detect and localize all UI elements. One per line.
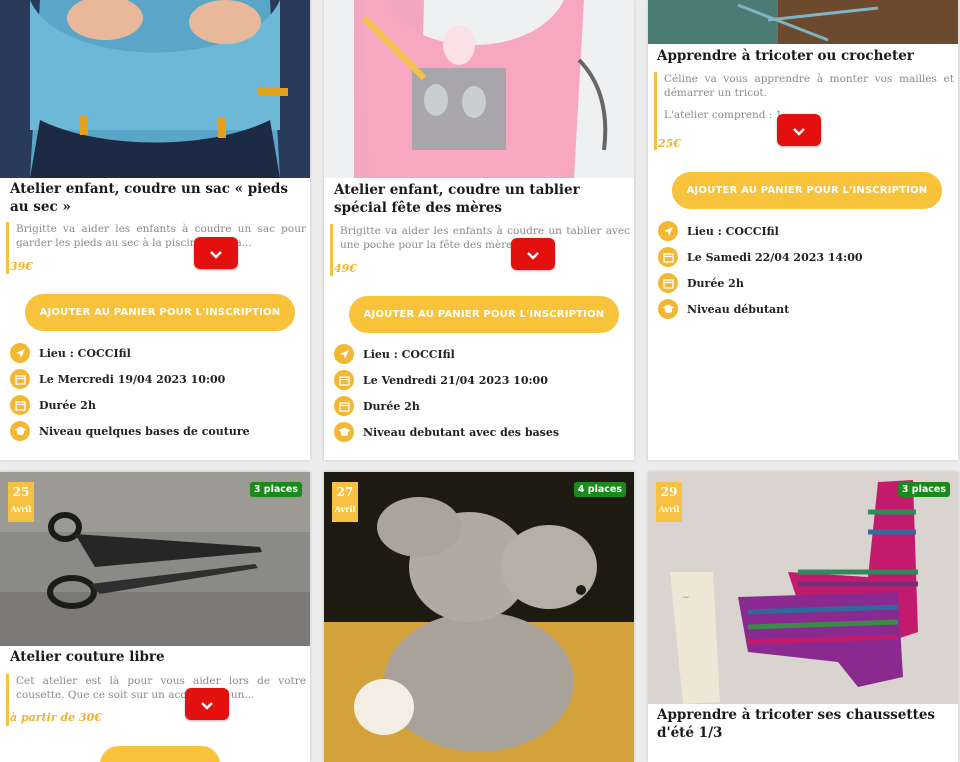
workshop-card-chaussettes: ~ 29 Avril 3 places Apprendre à tricoter… bbox=[648, 472, 958, 762]
chevron-down-icon bbox=[201, 695, 213, 714]
card-description: Brigitte va aider les enfants à coudre u… bbox=[340, 225, 630, 251]
date-day: 25 bbox=[12, 485, 30, 499]
card-title[interactable]: Atelier enfant, coudre un sac « pieds au… bbox=[10, 180, 300, 216]
info-date: Le Samedi 22/04 2023 14:00 bbox=[658, 244, 863, 270]
description-block: Brigitte va aider les enfants à coudre u… bbox=[6, 222, 306, 274]
add-to-cart-button[interactable]: Ajouter au panier pour l'inscription bbox=[25, 294, 295, 331]
chevron-down-icon bbox=[210, 244, 222, 263]
card-price: 49€ bbox=[334, 262, 357, 275]
info-level: Niveau debutant avec des bases bbox=[334, 419, 559, 445]
add-to-cart-button[interactable]: Ajouter au panier pour l'inscription bbox=[349, 296, 619, 333]
date-day: 27 bbox=[336, 485, 354, 499]
location-arrow-icon bbox=[10, 343, 30, 363]
workshop-card-sac-pieds-au-sec: Atelier enfant, coudre un sac « pieds au… bbox=[0, 0, 310, 460]
card-price: 25€ bbox=[658, 137, 681, 150]
card-image[interactable] bbox=[648, 0, 958, 44]
info-level-text: Niveau débutant bbox=[687, 302, 790, 316]
graduation-cap-icon bbox=[658, 299, 678, 319]
card-image[interactable] bbox=[0, 472, 310, 646]
info-date-text: Le Vendredi 21/04 2023 10:00 bbox=[363, 373, 548, 387]
info-date: Le Vendredi 21/04 2023 10:00 bbox=[334, 367, 559, 393]
info-duration-text: Durée 2h bbox=[39, 398, 96, 412]
show-more-button[interactable] bbox=[511, 238, 555, 270]
card-image[interactable] bbox=[324, 472, 634, 762]
card-title[interactable]: Atelier enfant, coudre un tablier spécia… bbox=[334, 181, 626, 217]
location-arrow-icon bbox=[334, 344, 354, 364]
info-level-text: Niveau debutant avec des bases bbox=[363, 425, 560, 439]
info-list: Lieu : COCCIfil Le Vendredi 21/04 2023 1… bbox=[334, 341, 559, 445]
info-duration: Durée 2h bbox=[334, 393, 559, 419]
show-more-button[interactable] bbox=[777, 114, 821, 146]
description-block: Brigitte va aider les enfants à coudre u… bbox=[330, 224, 630, 276]
info-list: Lieu : COCCIfil Le Samedi 22/04 2023 14:… bbox=[658, 218, 863, 322]
card-description: Cet atelier est là pour vous aider lors … bbox=[16, 675, 306, 701]
info-date-text: Le Samedi 22/04 2023 14:00 bbox=[687, 250, 863, 264]
card-image[interactable] bbox=[324, 0, 634, 178]
info-location-text: Lieu : COCCIfil bbox=[687, 224, 779, 238]
workshop-card-tablier-fete-des-meres: Atelier enfant, coudre un tablier spécia… bbox=[324, 0, 634, 460]
info-location: Lieu : COCCIfil bbox=[658, 218, 863, 244]
card-image[interactable] bbox=[0, 0, 310, 178]
card-title[interactable]: Apprendre à tricoter ses chaussettes d'é… bbox=[657, 706, 949, 742]
date-badge: 27 Avril bbox=[332, 482, 358, 522]
svg-text:~: ~ bbox=[682, 593, 690, 603]
date-badge: 29 Avril bbox=[656, 482, 682, 522]
info-duration: Durée 2h bbox=[658, 270, 863, 296]
date-month: Avril bbox=[658, 504, 680, 514]
graduation-cap-icon bbox=[334, 422, 354, 442]
date-badge: 25 Avril bbox=[8, 482, 34, 522]
add-to-cart-button[interactable]: Ajouter au panier pour l'inscription bbox=[672, 172, 942, 209]
show-more-button[interactable] bbox=[194, 237, 238, 269]
info-location-text: Lieu : COCCIfil bbox=[363, 347, 455, 361]
info-level: Niveau débutant bbox=[658, 296, 863, 322]
calendar-icon bbox=[334, 396, 354, 416]
card-price: à partir de 30€ bbox=[10, 711, 102, 724]
chevron-down-icon bbox=[793, 121, 805, 140]
calendar-icon bbox=[10, 369, 30, 389]
info-date: Le Mercredi 19/04 2023 10:00 bbox=[10, 366, 250, 392]
card-description: Brigitte va aider les enfants à coudre u… bbox=[16, 223, 306, 249]
card-title[interactable]: Atelier couture libre bbox=[10, 648, 300, 666]
graduation-cap-icon bbox=[10, 421, 30, 441]
info-duration-text: Durée 2h bbox=[363, 399, 420, 413]
places-badge: 4 places bbox=[573, 482, 626, 497]
info-level: Niveau quelques bases de couture bbox=[10, 418, 250, 444]
date-month: Avril bbox=[334, 504, 356, 514]
location-arrow-icon bbox=[658, 221, 678, 241]
info-date-text: Le Mercredi 19/04 2023 10:00 bbox=[39, 372, 226, 386]
info-duration: Durée 2h bbox=[10, 392, 250, 418]
workshop-card-couture-libre: 25 Avril 3 places Atelier couture libre … bbox=[0, 472, 310, 762]
date-day: 29 bbox=[660, 485, 678, 499]
calendar-icon bbox=[10, 395, 30, 415]
info-duration-text: Durée 2h bbox=[687, 276, 744, 290]
info-level-text: Niveau quelques bases de couture bbox=[39, 424, 250, 438]
add-to-cart-button[interactable] bbox=[100, 746, 220, 762]
card-description: Céline va vous apprendre à monter vos ma… bbox=[664, 73, 954, 99]
calendar-icon bbox=[658, 247, 678, 267]
card-title[interactable]: Apprendre à tricoter ou crocheter bbox=[657, 47, 949, 65]
info-location: Lieu : COCCIfil bbox=[10, 340, 250, 366]
card-price: 39€ bbox=[10, 260, 33, 273]
places-badge: 3 places bbox=[249, 482, 302, 497]
workshop-card-lapin-tricot: 27 Avril 4 places bbox=[324, 472, 634, 762]
info-location-text: Lieu : COCCIfil bbox=[39, 346, 131, 360]
date-month: Avril bbox=[10, 504, 32, 514]
places-badge: 3 places bbox=[897, 482, 950, 497]
info-list: Lieu : COCCIfil Le Mercredi 19/04 2023 1… bbox=[10, 340, 250, 444]
info-location: Lieu : COCCIfil bbox=[334, 341, 559, 367]
workshop-card-tricoter-crocheter: Apprendre à tricoter ou crocheter Céline… bbox=[648, 0, 958, 460]
show-more-button[interactable] bbox=[185, 688, 229, 720]
card-image[interactable]: ~ bbox=[648, 472, 958, 704]
calendar-icon bbox=[334, 370, 354, 390]
calendar-icon bbox=[658, 273, 678, 293]
chevron-down-icon bbox=[527, 245, 539, 264]
